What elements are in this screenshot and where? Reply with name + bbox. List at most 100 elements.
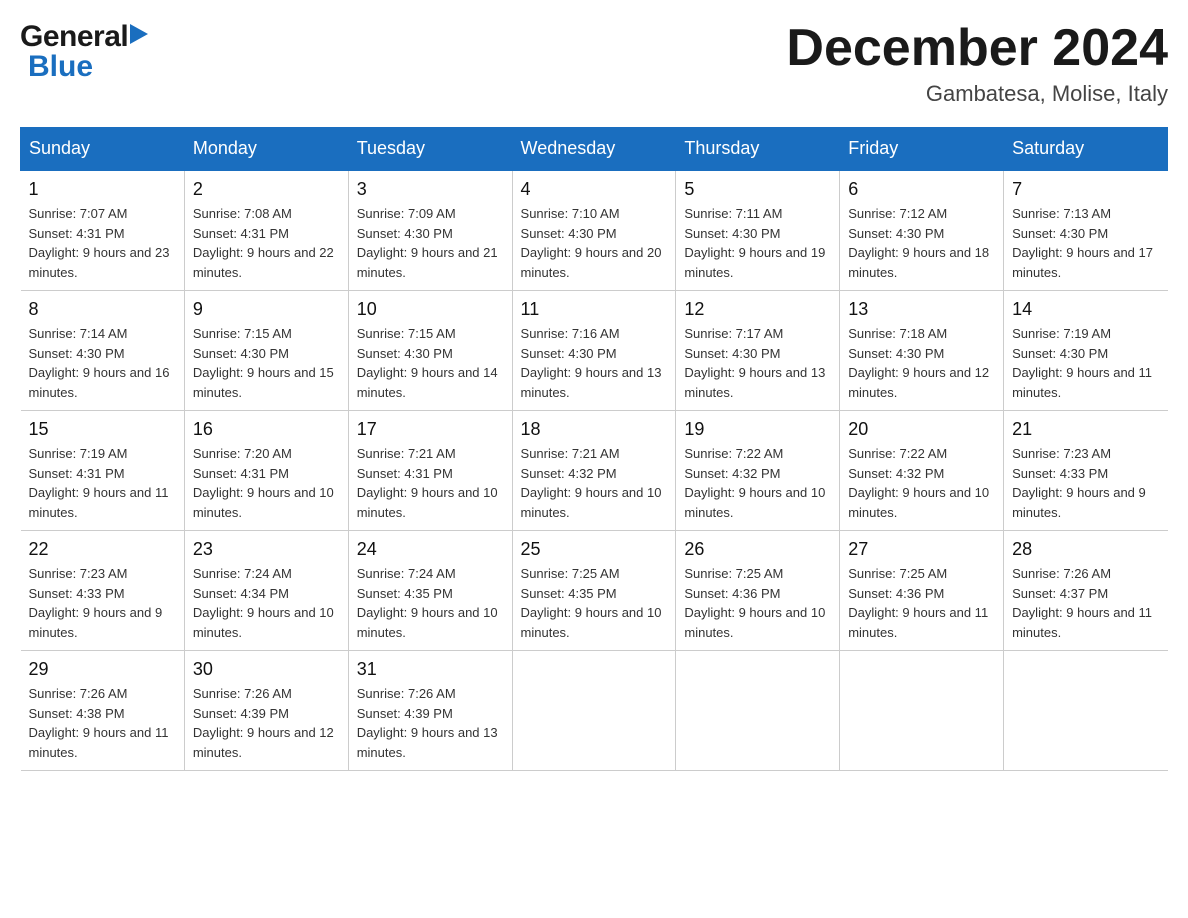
sunset-label: Sunset: 4:31 PM — [29, 466, 125, 481]
logo-general-text: General — [20, 20, 128, 54]
sunrise-label: Sunrise: 7:23 AM — [1012, 446, 1111, 461]
day-info: Sunrise: 7:16 AM Sunset: 4:30 PM Dayligh… — [521, 324, 668, 402]
day-number: 20 — [848, 419, 995, 440]
calendar-cell: 26 Sunrise: 7:25 AM Sunset: 4:36 PM Dayl… — [676, 531, 840, 651]
month-title: December 2024 — [786, 20, 1168, 77]
page-header: General Blue December 2024 Gambatesa, Mo… — [20, 20, 1168, 107]
day-number: 30 — [193, 659, 340, 680]
sunset-label: Sunset: 4:33 PM — [29, 586, 125, 601]
calendar-cell: 2 Sunrise: 7:08 AM Sunset: 4:31 PM Dayli… — [184, 170, 348, 291]
sunrise-label: Sunrise: 7:25 AM — [848, 566, 947, 581]
day-number: 11 — [521, 299, 668, 320]
daylight-label: Daylight: 9 hours and 19 minutes. — [684, 245, 825, 280]
sunset-label: Sunset: 4:37 PM — [1012, 586, 1108, 601]
day-number: 26 — [684, 539, 831, 560]
day-number: 13 — [848, 299, 995, 320]
day-number: 19 — [684, 419, 831, 440]
calendar-cell: 25 Sunrise: 7:25 AM Sunset: 4:35 PM Dayl… — [512, 531, 676, 651]
daylight-label: Daylight: 9 hours and 13 minutes. — [521, 365, 662, 400]
day-number: 25 — [521, 539, 668, 560]
day-number: 22 — [29, 539, 176, 560]
calendar-cell: 28 Sunrise: 7:26 AM Sunset: 4:37 PM Dayl… — [1004, 531, 1168, 651]
day-info: Sunrise: 7:21 AM Sunset: 4:31 PM Dayligh… — [357, 444, 504, 522]
day-info: Sunrise: 7:25 AM Sunset: 4:36 PM Dayligh… — [684, 564, 831, 642]
day-number: 8 — [29, 299, 176, 320]
daylight-label: Daylight: 9 hours and 17 minutes. — [1012, 245, 1153, 280]
day-info: Sunrise: 7:25 AM Sunset: 4:36 PM Dayligh… — [848, 564, 995, 642]
daylight-label: Daylight: 9 hours and 20 minutes. — [521, 245, 662, 280]
day-info: Sunrise: 7:24 AM Sunset: 4:34 PM Dayligh… — [193, 564, 340, 642]
day-number: 7 — [1012, 179, 1159, 200]
daylight-label: Daylight: 9 hours and 10 minutes. — [684, 485, 825, 520]
day-number: 31 — [357, 659, 504, 680]
calendar-cell: 13 Sunrise: 7:18 AM Sunset: 4:30 PM Dayl… — [840, 291, 1004, 411]
calendar-day-header-saturday: Saturday — [1004, 128, 1168, 171]
sunrise-label: Sunrise: 7:25 AM — [684, 566, 783, 581]
day-number: 16 — [193, 419, 340, 440]
calendar-day-header-sunday: Sunday — [21, 128, 185, 171]
calendar-cell: 30 Sunrise: 7:26 AM Sunset: 4:39 PM Dayl… — [184, 651, 348, 771]
day-info: Sunrise: 7:26 AM Sunset: 4:37 PM Dayligh… — [1012, 564, 1159, 642]
sunrise-label: Sunrise: 7:22 AM — [684, 446, 783, 461]
day-info: Sunrise: 7:22 AM Sunset: 4:32 PM Dayligh… — [848, 444, 995, 522]
sunrise-label: Sunrise: 7:09 AM — [357, 206, 456, 221]
day-info: Sunrise: 7:15 AM Sunset: 4:30 PM Dayligh… — [357, 324, 504, 402]
day-number: 15 — [29, 419, 176, 440]
sunrise-label: Sunrise: 7:24 AM — [193, 566, 292, 581]
daylight-label: Daylight: 9 hours and 9 minutes. — [29, 605, 163, 640]
calendar-week-row-5: 29 Sunrise: 7:26 AM Sunset: 4:38 PM Dayl… — [21, 651, 1168, 771]
calendar-cell: 31 Sunrise: 7:26 AM Sunset: 4:39 PM Dayl… — [348, 651, 512, 771]
calendar-cell: 24 Sunrise: 7:24 AM Sunset: 4:35 PM Dayl… — [348, 531, 512, 651]
sunset-label: Sunset: 4:31 PM — [357, 466, 453, 481]
day-info: Sunrise: 7:18 AM Sunset: 4:30 PM Dayligh… — [848, 324, 995, 402]
day-number: 14 — [1012, 299, 1159, 320]
calendar-cell: 16 Sunrise: 7:20 AM Sunset: 4:31 PM Dayl… — [184, 411, 348, 531]
sunset-label: Sunset: 4:32 PM — [848, 466, 944, 481]
day-number: 24 — [357, 539, 504, 560]
calendar-cell: 9 Sunrise: 7:15 AM Sunset: 4:30 PM Dayli… — [184, 291, 348, 411]
calendar-cell: 14 Sunrise: 7:19 AM Sunset: 4:30 PM Dayl… — [1004, 291, 1168, 411]
calendar-table: SundayMondayTuesdayWednesdayThursdayFrid… — [20, 127, 1168, 771]
day-info: Sunrise: 7:17 AM Sunset: 4:30 PM Dayligh… — [684, 324, 831, 402]
sunset-label: Sunset: 4:30 PM — [357, 346, 453, 361]
day-number: 6 — [848, 179, 995, 200]
sunrise-label: Sunrise: 7:21 AM — [357, 446, 456, 461]
day-number: 2 — [193, 179, 340, 200]
sunset-label: Sunset: 4:30 PM — [521, 346, 617, 361]
sunset-label: Sunset: 4:35 PM — [357, 586, 453, 601]
daylight-label: Daylight: 9 hours and 18 minutes. — [848, 245, 989, 280]
sunrise-label: Sunrise: 7:13 AM — [1012, 206, 1111, 221]
sunset-label: Sunset: 4:30 PM — [684, 226, 780, 241]
sunrise-label: Sunrise: 7:21 AM — [521, 446, 620, 461]
sunset-label: Sunset: 4:32 PM — [684, 466, 780, 481]
day-info: Sunrise: 7:20 AM Sunset: 4:31 PM Dayligh… — [193, 444, 340, 522]
calendar-cell: 5 Sunrise: 7:11 AM Sunset: 4:30 PM Dayli… — [676, 170, 840, 291]
day-info: Sunrise: 7:11 AM Sunset: 4:30 PM Dayligh… — [684, 204, 831, 282]
sunset-label: Sunset: 4:33 PM — [1012, 466, 1108, 481]
daylight-label: Daylight: 9 hours and 22 minutes. — [193, 245, 334, 280]
sunrise-label: Sunrise: 7:24 AM — [357, 566, 456, 581]
sunset-label: Sunset: 4:36 PM — [848, 586, 944, 601]
day-info: Sunrise: 7:13 AM Sunset: 4:30 PM Dayligh… — [1012, 204, 1159, 282]
day-info: Sunrise: 7:14 AM Sunset: 4:30 PM Dayligh… — [29, 324, 176, 402]
calendar-cell: 19 Sunrise: 7:22 AM Sunset: 4:32 PM Dayl… — [676, 411, 840, 531]
sunrise-label: Sunrise: 7:15 AM — [193, 326, 292, 341]
day-info: Sunrise: 7:23 AM Sunset: 4:33 PM Dayligh… — [1012, 444, 1159, 522]
sunrise-label: Sunrise: 7:18 AM — [848, 326, 947, 341]
sunrise-label: Sunrise: 7:26 AM — [1012, 566, 1111, 581]
sunrise-label: Sunrise: 7:15 AM — [357, 326, 456, 341]
sunrise-label: Sunrise: 7:20 AM — [193, 446, 292, 461]
daylight-label: Daylight: 9 hours and 10 minutes. — [521, 605, 662, 640]
day-info: Sunrise: 7:09 AM Sunset: 4:30 PM Dayligh… — [357, 204, 504, 282]
sunrise-label: Sunrise: 7:26 AM — [193, 686, 292, 701]
day-number: 28 — [1012, 539, 1159, 560]
sunrise-label: Sunrise: 7:22 AM — [848, 446, 947, 461]
sunrise-label: Sunrise: 7:17 AM — [684, 326, 783, 341]
sunrise-label: Sunrise: 7:23 AM — [29, 566, 128, 581]
sunset-label: Sunset: 4:32 PM — [521, 466, 617, 481]
daylight-label: Daylight: 9 hours and 10 minutes. — [684, 605, 825, 640]
sunset-label: Sunset: 4:30 PM — [29, 346, 125, 361]
daylight-label: Daylight: 9 hours and 10 minutes. — [193, 485, 334, 520]
daylight-label: Daylight: 9 hours and 23 minutes. — [29, 245, 170, 280]
daylight-label: Daylight: 9 hours and 13 minutes. — [684, 365, 825, 400]
